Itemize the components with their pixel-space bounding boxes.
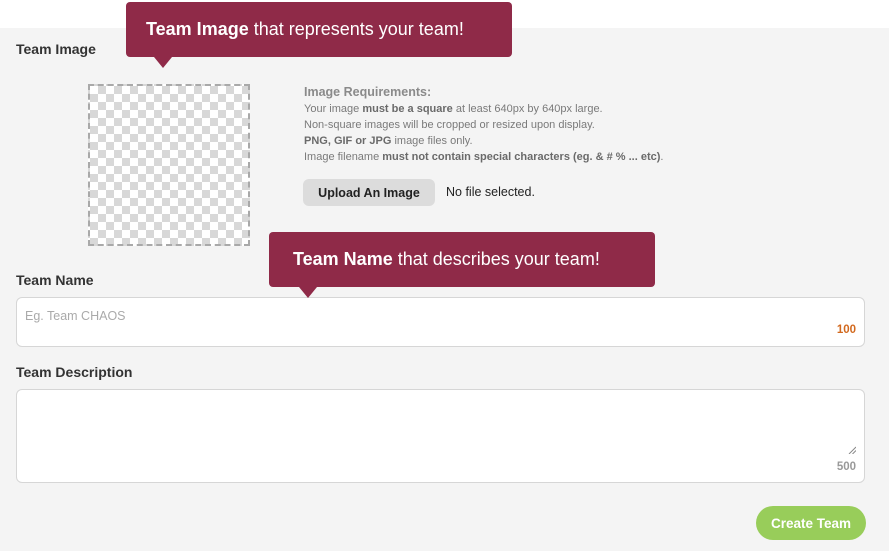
requirement-crop: Non-square images will be cropped or res… xyxy=(304,119,595,131)
upload-image-button[interactable]: Upload An Image xyxy=(303,179,435,206)
file-status: No file selected. xyxy=(446,185,535,199)
tooltip-arrow-icon xyxy=(299,287,317,298)
team-image-tooltip-bold: Team Image xyxy=(146,19,249,39)
team-description-field[interactable]: 500 xyxy=(16,389,865,483)
team-image-label: Team Image xyxy=(16,41,96,57)
tooltip-arrow-icon xyxy=(154,57,172,68)
requirement-file-types: PNG, GIF or JPG image files only. xyxy=(304,135,473,147)
team-image-preview[interactable] xyxy=(88,84,250,246)
team-name-label: Team Name xyxy=(16,272,94,288)
team-description-textarea[interactable] xyxy=(17,390,864,482)
requirement-square: Your image must be a square at least 640… xyxy=(304,103,603,115)
create-team-button[interactable]: Create Team xyxy=(756,506,866,540)
resize-handle-icon[interactable] xyxy=(848,446,856,454)
team-name-field[interactable]: 100 xyxy=(16,297,865,347)
team-description-char-count: 500 xyxy=(836,461,856,473)
team-name-char-count: 100 xyxy=(836,324,856,336)
team-name-tooltip: Team Name that describes your team! xyxy=(269,232,655,298)
team-image-tooltip: Team Image that represents your team! xyxy=(126,2,512,68)
image-requirements: Image Requirements: Your image must be a… xyxy=(304,85,663,165)
team-image-tooltip-text: that represents your team! xyxy=(248,19,464,39)
team-name-tooltip-text: that describes your team! xyxy=(392,249,600,269)
team-name-tooltip-bold: Team Name xyxy=(293,249,393,269)
team-name-input[interactable] xyxy=(17,298,864,346)
image-requirements-title: Image Requirements: xyxy=(304,85,432,99)
team-description-label: Team Description xyxy=(16,364,133,380)
requirement-filename: Image filename must not contain special … xyxy=(304,151,664,163)
